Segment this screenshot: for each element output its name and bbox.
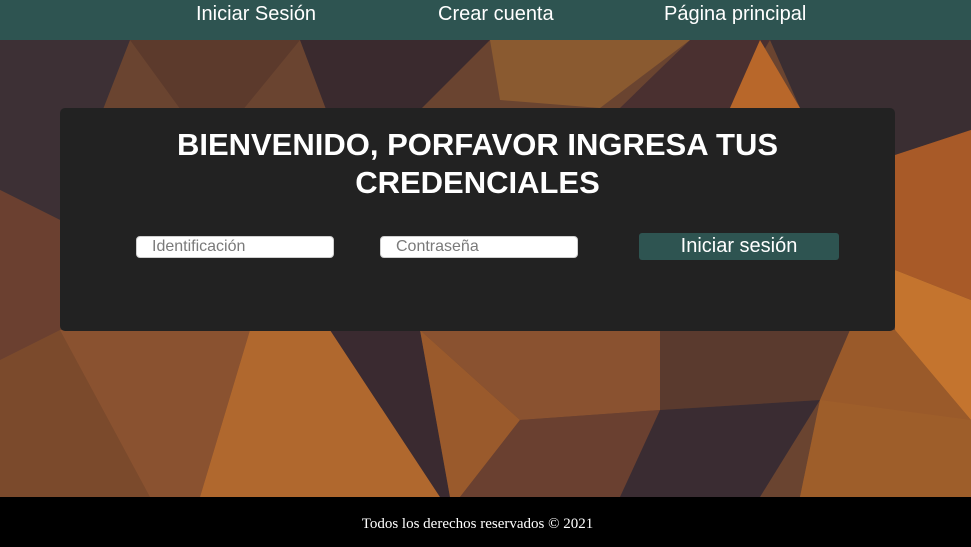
login-title-line-1: BIENVENIDO, PORFAVOR INGRESA TUS <box>176 127 779 162</box>
nav-link-create-account[interactable]: Crear cuenta <box>438 3 554 26</box>
top-navigation-bar: Iniciar Sesión Crear cuenta Página princ… <box>0 0 971 40</box>
page-footer: Todos los derechos reservados © 2021 <box>0 497 971 547</box>
nav-link-home[interactable]: Página principal <box>664 3 806 26</box>
password-input[interactable] <box>380 236 578 258</box>
login-title: BIENVENIDO, PORFAVOR INGRESA TUS CREDENC… <box>60 126 895 202</box>
footer-copyright-text: Todos los derechos reservados © 2021 <box>361 516 594 532</box>
login-submit-button[interactable]: Iniciar sesión <box>639 233 839 260</box>
identification-input[interactable] <box>136 236 334 258</box>
nav-link-login[interactable]: Iniciar Sesión <box>196 3 316 26</box>
login-title-line-2: CREDENCIALES <box>355 165 600 200</box>
